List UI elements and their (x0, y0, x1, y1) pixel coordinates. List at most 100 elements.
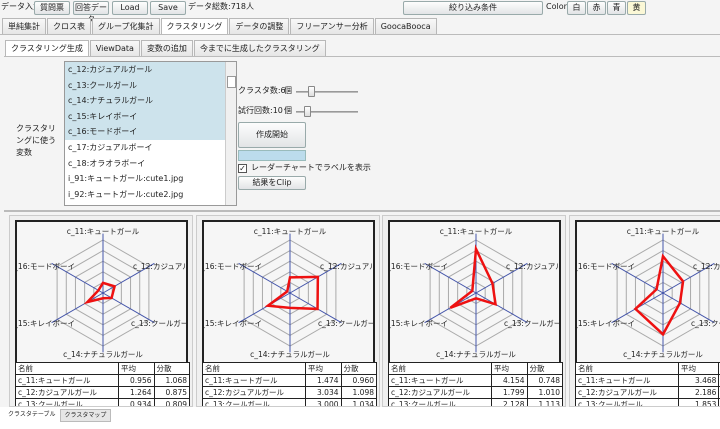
table-cell: 2.186 (677, 386, 720, 399)
radar-axis-label: c_16:モードボーイ (390, 262, 448, 271)
slider-knob[interactable] (308, 86, 315, 97)
variable-item[interactable]: c_12:カジュアルガール (65, 62, 236, 78)
trials-slider[interactable] (296, 106, 358, 117)
tab-cluster-table[interactable]: クラスタテーブル (4, 409, 60, 422)
radar-svg: c_11:キュートガール c_12:カジュアルガール c_13:クールガール c_14… (383, 226, 565, 359)
table-row[interactable]: c_12:カジュアルガール 1.264 0.875 (15, 386, 190, 399)
table-cell: 3.034 (305, 386, 342, 399)
column-header[interactable]: 平均 (118, 362, 155, 375)
table-row[interactable]: c_11:キュートガール 1.474 0.960 (202, 374, 377, 387)
radar-axis-label: c_12:カジュアルガール (506, 261, 559, 271)
column-header[interactable]: 平均 (677, 362, 720, 375)
list-scrollbar[interactable] (225, 62, 236, 205)
table-cell: c_11:キュートガール (388, 374, 492, 387)
radar-axis-label: c_15:キレイボーイ (577, 319, 635, 328)
variable-item[interactable]: i_91:キュートガール:cute1.jpg (65, 171, 236, 187)
show-labels-label: レーダーチャートでラベルを表示 (251, 163, 371, 172)
cluster-table: 名前 平均 分散 c_11:キュートガール 4.154 0.748 c_12:カジュアルガー… (388, 362, 563, 406)
start-button[interactable]: 作成開始 (238, 122, 306, 148)
table-cell: 3.468 (677, 374, 720, 387)
column-header[interactable]: 名前 (575, 362, 679, 375)
radar-svg: c_11:キュートガール c_12:カジュアルガール c_13:クールガール c_14… (10, 226, 192, 359)
table-cell: 0.956 (118, 374, 155, 387)
radar-axis-label: c_11:キュートガール (67, 226, 140, 236)
table-cell: 2.128 (491, 398, 528, 406)
table-row[interactable]: c_13:クールガール 3.000 1.034 (202, 398, 377, 406)
table-row[interactable]: c_11:キュートガール 0.956 1.068 (15, 374, 190, 387)
cluster-count-slider[interactable] (296, 86, 358, 97)
variable-item[interactable]: c_17:カジュアルボーイ (65, 140, 236, 156)
subtab-add-variable[interactable]: 変数の追加 (140, 40, 193, 56)
radar-axis-label: c_15:キレイボーイ (390, 319, 448, 328)
color-white-button[interactable]: 白 (567, 1, 586, 15)
table-row[interactable]: c_13:クールガール1.8531.0 (575, 398, 720, 406)
table-cell: c_11:キュートガール (202, 374, 306, 387)
table-cell: 3.000 (305, 398, 342, 406)
subtab-history[interactable]: 今までに生成したクラスタリング (193, 40, 326, 56)
variable-item[interactable]: i_93:キュートガール:cute3.jpg (65, 202, 236, 205)
table-row[interactable]: c_13:クールガール 0.934 0.809 (15, 398, 190, 406)
table-cell: 1.068 (153, 374, 190, 387)
tab-cluster-map[interactable]: クラスタマップ (59, 409, 112, 422)
tab-adjust[interactable]: データの調整 (229, 18, 290, 34)
radar-axis-label: c_11:キュートガール (627, 226, 700, 236)
column-header[interactable]: 名前 (388, 362, 492, 375)
table-row[interactable]: c_12:カジュアルガール 1.799 1.010 (388, 386, 563, 399)
color-red-button[interactable]: 赤 (587, 1, 606, 15)
tab-simple[interactable]: 単純集計 (2, 18, 46, 34)
table-row[interactable]: c_11:キュートガール 4.154 0.748 (388, 374, 563, 387)
radar-axis-label: c_15:キレイボーイ (204, 319, 262, 328)
table-row[interactable]: c_12:カジュアルガール 3.034 1.098 (202, 386, 377, 399)
questionnaire-button[interactable]: 質問票 (34, 1, 70, 15)
table-cell: 1.853 (677, 398, 720, 406)
color-yellow-button[interactable]: 黄 (627, 1, 646, 15)
variable-item[interactable]: c_15:キレイボーイ (65, 108, 236, 125)
variable-item[interactable]: c_18:オラオラボーイ (65, 156, 236, 172)
column-header[interactable]: 分散 (153, 362, 190, 375)
variable-item[interactable]: c_14:ナチュラルガール (65, 93, 236, 109)
column-header[interactable]: 平均 (305, 362, 342, 375)
radar-axis-label: c_16:モードボーイ (204, 262, 262, 271)
table-cell: c_11:キュートガール (575, 374, 679, 387)
main-tabs: 単純集計 クロス表 グループ化集計 クラスタリング データの調整 フリーアンサー… (2, 18, 438, 35)
tab-clustering[interactable]: クラスタリング (160, 18, 229, 35)
variables-list[interactable]: c_12:カジュアルガール c_13:クールガール c_14:ナチュラルガール c_1… (64, 61, 237, 206)
variable-item[interactable]: c_16:モードボーイ (65, 124, 236, 140)
filter-button[interactable]: 絞り込み条件 (403, 1, 543, 15)
sub-tabs: クラスタリング生成 ViewData 変数の追加 今までに生成したクラスタリング (5, 40, 327, 57)
variable-item[interactable]: i_92:キュートガール:cute2.jpg (65, 187, 236, 203)
answer-data-button[interactable]: 回答データ (73, 1, 109, 24)
column-header[interactable]: 分散 (526, 362, 563, 375)
table-cell: 0.960 (340, 374, 377, 387)
cluster-table: 名前 平均 分散 c_11:キュートガール 1.474 0.960 c_12:カジュアルガー… (202, 362, 377, 406)
table-row[interactable]: c_13:クールガール 2.128 1.113 (388, 398, 563, 406)
variable-item[interactable]: c_13:クールガール (65, 77, 236, 94)
progress-bar (238, 150, 306, 161)
radar-axis-label: c_16:モードボーイ (577, 262, 635, 271)
total-count: データ総数:718人 (188, 2, 254, 11)
show-labels-checkbox[interactable]: ✓ (238, 164, 247, 173)
save-button[interactable]: Save (150, 1, 186, 15)
table-cell: 0.748 (526, 374, 563, 387)
subtab-generate[interactable]: クラスタリング生成 (5, 40, 89, 57)
table-row[interactable]: c_12:カジュアルガール2.1861.0 (575, 386, 720, 399)
table-header: 名前平均分散 (575, 362, 720, 375)
load-button[interactable]: Load (112, 1, 148, 15)
tab-group[interactable]: グループ化集計 (92, 18, 160, 34)
radar-axis-label: c_14:ナチュラルガール (623, 349, 703, 359)
scroll-thumb[interactable] (227, 76, 236, 88)
radar-axis-label: c_13:クールガール (131, 318, 186, 328)
radar-axis-label: c_14:ナチュラルガール (436, 349, 516, 359)
color-blue-button[interactable]: 青 (607, 1, 626, 15)
table-row[interactable]: c_11:キュートガール3.4681.0 (575, 374, 720, 387)
column-header[interactable]: 平均 (491, 362, 528, 375)
subtab-viewdata[interactable]: ViewData (89, 40, 140, 56)
tab-goocabooca[interactable]: GoocaBooca (374, 18, 437, 34)
tab-cross[interactable]: クロス表 (47, 18, 91, 34)
tab-free-answer[interactable]: フリーアンサー分析 (290, 18, 374, 34)
column-header[interactable]: 名前 (202, 362, 306, 375)
column-header[interactable]: 分散 (340, 362, 377, 375)
clip-button[interactable]: 結果をClip (238, 176, 306, 190)
column-header[interactable]: 名前 (15, 362, 119, 375)
slider-knob[interactable] (304, 106, 311, 117)
